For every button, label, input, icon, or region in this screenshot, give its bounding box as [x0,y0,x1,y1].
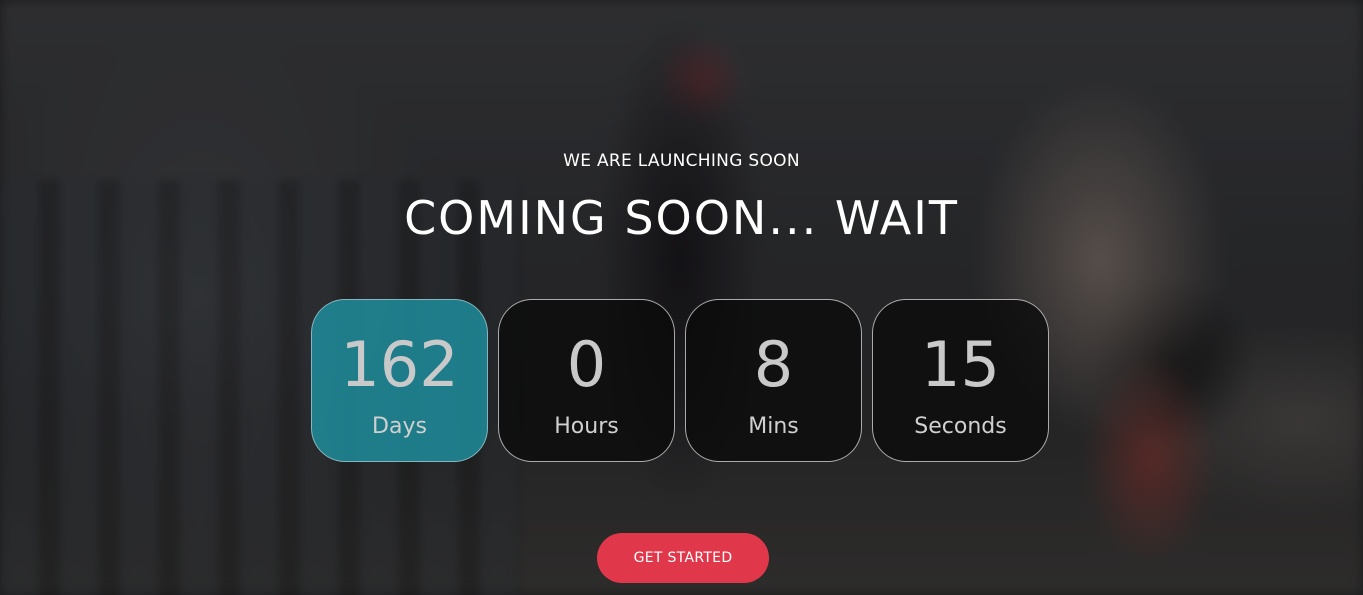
countdown-hours-value: 0 [566,328,607,401]
countdown-hours-label: Hours [554,414,619,439]
countdown-mins-value: 8 [753,328,794,401]
hero-section: WE ARE LAUNCHING SOON COMING SOON... WAI… [0,0,1363,595]
hero-content: WE ARE LAUNCHING SOON COMING SOON... WAI… [0,0,1363,595]
hero-title: COMING SOON... WAIT [404,191,959,245]
countdown-timer: 162 Days 0 Hours 8 Mins 15 Seconds [311,299,1055,464]
get-started-button[interactable]: GET STARTED [597,533,769,583]
countdown-days: 162 Days [311,299,488,462]
countdown-seconds-label: Seconds [914,414,1007,439]
countdown-mins: 8 Mins [685,299,862,462]
countdown-hours: 0 Hours [498,299,675,462]
countdown-mins-label: Mins [748,414,799,439]
countdown-seconds: 15 Seconds [872,299,1049,462]
hero-subtitle: WE ARE LAUNCHING SOON [563,151,800,171]
countdown-seconds-value: 15 [921,328,1000,401]
countdown-days-label: Days [372,414,427,439]
countdown-days-value: 162 [340,328,459,401]
